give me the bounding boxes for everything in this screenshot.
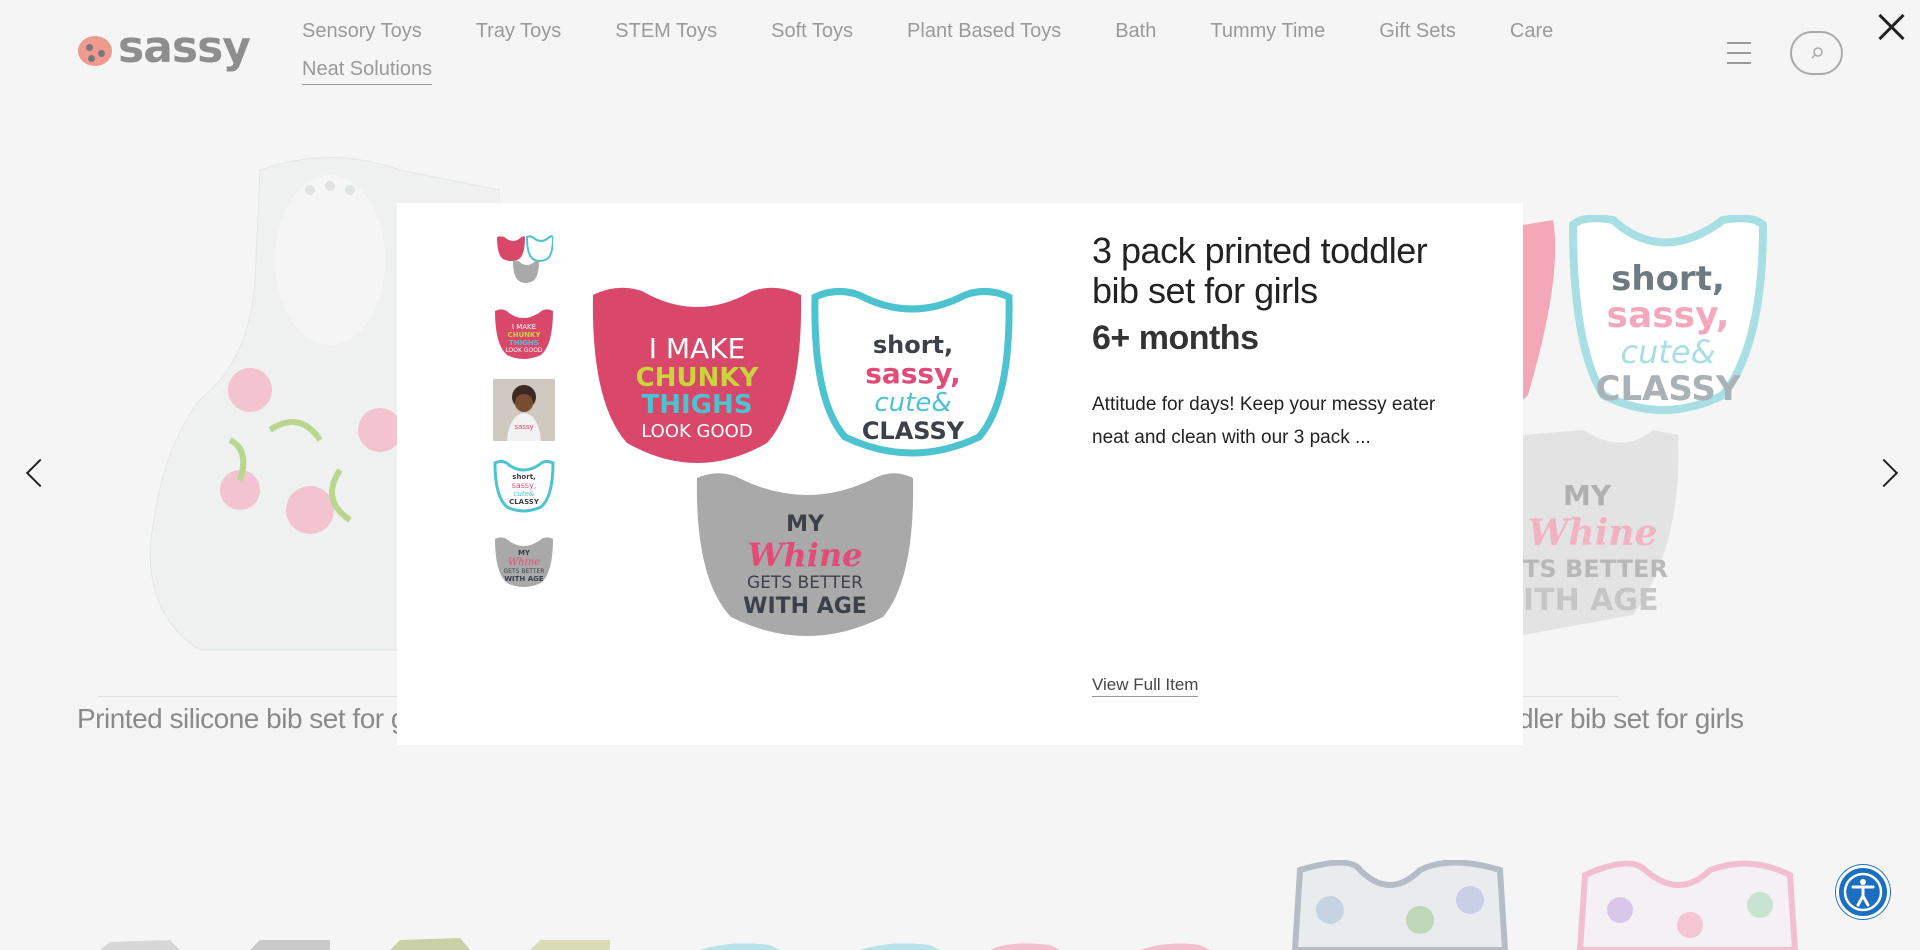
thumbnail-list: I MAKE CHUNKY THIGHS LOOK GOOD sassy sho… bbox=[493, 227, 555, 593]
bib-set-background-image[interactable]: short, sassy, cute& CLASSY MY Whine TS B… bbox=[1523, 215, 1823, 635]
svg-text:sassy: sassy bbox=[514, 423, 533, 431]
chevron-left-icon[interactable] bbox=[24, 458, 44, 488]
svg-text:short,: short, bbox=[1611, 259, 1725, 299]
white-bib-text-1: short, bbox=[873, 331, 953, 359]
svg-text:cute&: cute& bbox=[514, 490, 535, 498]
svg-text:MY: MY bbox=[1563, 479, 1612, 512]
gray-bib-text-1: MY bbox=[786, 512, 825, 537]
close-icon[interactable] bbox=[1876, 12, 1906, 42]
product-title-right[interactable]: dler bib set for girls bbox=[1518, 703, 1744, 735]
svg-text:WITH AGE: WITH AGE bbox=[504, 575, 544, 583]
nav-sensory-toys[interactable]: Sensory Toys bbox=[302, 18, 422, 44]
product-main-image[interactable]: I MAKE CHUNKY THIGHS LOOK GOOD short, sa… bbox=[587, 283, 1027, 653]
svg-text:ITH AGE: ITH AGE bbox=[1523, 583, 1659, 618]
svg-text:CLASSY: CLASSY bbox=[509, 498, 540, 506]
svg-text:CLASSY: CLASSY bbox=[1596, 369, 1741, 409]
thumbnail-gray-bib[interactable]: MY Whine GETS BETTER WITH AGE bbox=[493, 531, 555, 593]
svg-text:LOOK GOOD: LOOK GOOD bbox=[505, 347, 543, 354]
search-icon bbox=[1810, 47, 1823, 59]
svg-text:short,: short, bbox=[512, 473, 535, 481]
gray-bib-text-4: WITH AGE bbox=[743, 594, 867, 619]
white-bib-text-4: CLASSY bbox=[862, 417, 965, 445]
top-navigation: Sensory Toys Tray Toys STEM Toys Soft To… bbox=[302, 18, 1572, 85]
ladybug-icon bbox=[76, 28, 116, 68]
product-age-range: 6+ months bbox=[1092, 319, 1259, 357]
sassy-logo[interactable]: sassy bbox=[76, 22, 251, 73]
nav-stem-toys[interactable]: STEM Toys bbox=[615, 18, 717, 44]
product-description: Attitude for days! Keep your messy eater… bbox=[1092, 394, 1436, 448]
svg-text:sassy,: sassy, bbox=[512, 481, 537, 490]
search-button[interactable] bbox=[1790, 31, 1843, 75]
accessibility-button[interactable] bbox=[1836, 865, 1890, 919]
svg-text:CHUNKY: CHUNKY bbox=[507, 331, 541, 339]
white-bib-text-2: sassy, bbox=[865, 357, 961, 390]
gray-bib-text-2: Whine bbox=[748, 536, 863, 574]
quick-view-modal: I MAKE CHUNKY THIGHS LOOK GOOD sassy sho… bbox=[397, 203, 1523, 745]
product-title-left[interactable]: Printed silicone bib set for g bbox=[77, 703, 406, 735]
svg-text:GETS BETTER: GETS BETTER bbox=[504, 568, 545, 575]
thumbnail-pink-bib[interactable]: I MAKE CHUNKY THIGHS LOOK GOOD bbox=[493, 303, 555, 365]
hamburger-icon[interactable] bbox=[1727, 42, 1751, 64]
nav-soft-toys[interactable]: Soft Toys bbox=[771, 18, 853, 44]
accessibility-icon bbox=[1843, 872, 1883, 912]
svg-text:TS BETTER: TS BETTER bbox=[1523, 555, 1668, 583]
product-info: 3 pack printed toddler bib set for girls… bbox=[1092, 231, 1442, 454]
thumbnail-set[interactable] bbox=[493, 227, 555, 289]
nav-bath[interactable]: Bath bbox=[1115, 18, 1156, 44]
pink-bib-text-4: LOOK GOOD bbox=[641, 421, 752, 442]
svg-text:THIGHS: THIGHS bbox=[509, 339, 539, 347]
svg-text:sassy,: sassy, bbox=[1607, 295, 1730, 336]
nav-plant-based-toys[interactable]: Plant Based Toys bbox=[907, 18, 1061, 44]
nav-neat-solutions[interactable]: Neat Solutions bbox=[302, 56, 433, 85]
svg-text:Whine: Whine bbox=[508, 557, 540, 568]
nav-care[interactable]: Care bbox=[1510, 18, 1553, 44]
svg-text:MY: MY bbox=[518, 549, 531, 557]
logo-text: sassy bbox=[118, 22, 251, 73]
thumbnail-child-photo[interactable]: sassy bbox=[493, 379, 555, 441]
nav-gift-sets[interactable]: Gift Sets bbox=[1379, 18, 1456, 44]
gray-bib-text-3: GETS BETTER bbox=[747, 573, 863, 593]
thumbnail-white-bib[interactable]: short, sassy, cute& CLASSY bbox=[493, 455, 555, 517]
svg-text:I MAKE: I MAKE bbox=[512, 323, 536, 331]
pink-bib-text-3: THIGHS bbox=[642, 390, 753, 420]
product-title: 3 pack printed toddler bib set for girls bbox=[1092, 230, 1428, 311]
pink-bib-text-2: CHUNKY bbox=[636, 363, 760, 393]
nav-tray-toys[interactable]: Tray Toys bbox=[476, 18, 562, 44]
white-bib-text-3: cute& bbox=[874, 388, 951, 418]
svg-text:Whine: Whine bbox=[1528, 512, 1657, 554]
svg-text:cute&: cute& bbox=[1620, 333, 1715, 371]
chevron-right-icon[interactable] bbox=[1876, 458, 1896, 488]
nav-tummy-time[interactable]: Tummy Time bbox=[1210, 18, 1325, 44]
pink-bib-text-1: I MAKE bbox=[649, 332, 746, 365]
view-full-item-link[interactable]: View Full Item bbox=[1092, 675, 1199, 697]
bottom-products-row[interactable] bbox=[90, 860, 1840, 950]
